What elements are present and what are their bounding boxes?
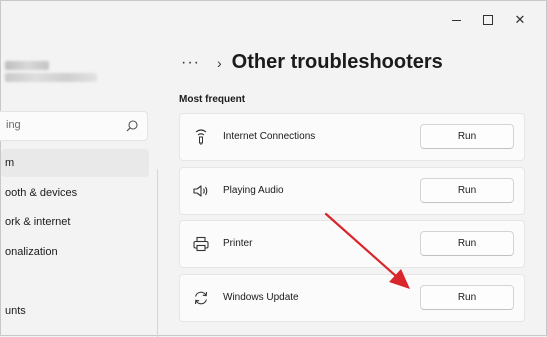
troubleshooter-playing-audio: Playing Audio Run <box>179 167 525 215</box>
breadcrumb: ··· › Other troubleshooters <box>181 51 443 74</box>
wifi-icon <box>195 129 207 145</box>
search-input[interactable] <box>6 119 116 131</box>
troubleshooter-printer: Printer Run <box>179 220 525 268</box>
sidebar-item-label: ork & internet <box>5 216 71 228</box>
search-icon[interactable] <box>125 119 139 133</box>
troubleshooter-internet-connections: Internet Connections Run <box>179 113 525 161</box>
page-title: Other troubleshooters <box>231 51 443 73</box>
maximize-button[interactable] <box>472 9 504 31</box>
maximize-icon <box>483 15 493 25</box>
troubleshooter-windows-update: Windows Update Run <box>179 274 525 322</box>
minimize-icon <box>451 19 461 21</box>
user-name-redacted <box>5 61 49 70</box>
close-button[interactable]: ✕ <box>504 9 536 31</box>
run-button[interactable]: Run <box>420 178 514 203</box>
troubleshooter-label: Internet Connections <box>223 131 316 142</box>
run-button[interactable]: Run <box>420 285 514 310</box>
printer-icon <box>193 236 209 252</box>
troubleshooter-label: Printer <box>223 238 253 249</box>
sidebar-scrollbar[interactable] <box>157 169 158 337</box>
sidebar-item-label: unts <box>5 305 26 317</box>
user-email-redacted <box>5 73 97 82</box>
more-icon[interactable]: ··· <box>181 54 203 72</box>
speaker-icon <box>193 185 208 197</box>
sidebar-item-label: m <box>5 157 15 169</box>
settings-window: ✕ m ooth & devices ork & internet onaliz… <box>0 0 547 337</box>
sidebar-item-accounts[interactable]: unts <box>1 297 149 325</box>
refresh-icon <box>194 291 208 305</box>
close-icon: ✕ <box>514 12 526 27</box>
sidebar-item-network-internet[interactable]: ork & internet <box>1 208 149 236</box>
sidebar: m ooth & devices ork & internet onalizat… <box>0 1 161 337</box>
run-button[interactable]: Run <box>420 124 514 149</box>
settings-search[interactable] <box>0 111 148 141</box>
chevron-right-icon: › <box>217 54 222 71</box>
sidebar-item-label: onalization <box>5 246 58 258</box>
sidebar-item-bluetooth-devices[interactable]: ooth & devices <box>1 179 149 207</box>
minimize-button[interactable] <box>440 9 472 31</box>
troubleshooter-label: Windows Update <box>223 292 299 303</box>
run-button[interactable]: Run <box>420 231 514 256</box>
sidebar-item-personalization[interactable]: onalization <box>1 238 149 266</box>
sidebar-item-system[interactable]: m <box>1 149 149 177</box>
troubleshooter-label: Playing Audio <box>223 185 284 196</box>
sidebar-item-label: ooth & devices <box>5 187 78 199</box>
section-heading: Most frequent <box>179 94 246 105</box>
window-controls: ✕ <box>440 9 536 31</box>
